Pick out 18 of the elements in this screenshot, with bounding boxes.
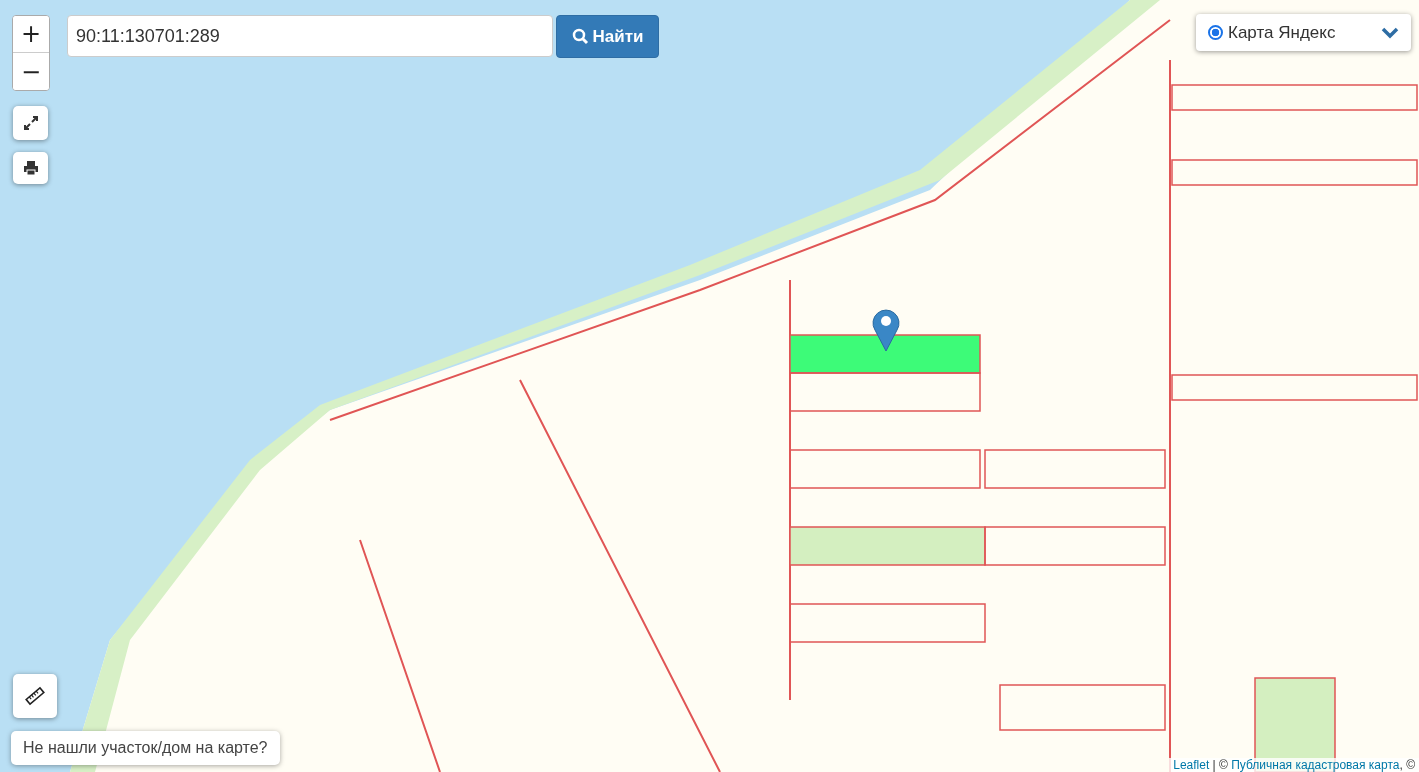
layer-label: Карта Яндекс (1228, 22, 1337, 43)
print-button[interactable] (13, 152, 48, 184)
ruler-button[interactable] (13, 674, 57, 718)
expand-icon (21, 114, 40, 132)
zoom-in-button[interactable]: + (13, 16, 49, 53)
search-button[interactable]: Найти (556, 15, 659, 58)
marker-icon[interactable] (871, 306, 901, 352)
printer-icon (21, 159, 40, 177)
attribution-link[interactable]: Leaflet (1173, 758, 1210, 772)
attribution-text: Leaflet | © Публичная кадастровая карта, © (1169, 758, 1419, 772)
help-button[interactable]: Не нашли участок/дом на карте? (11, 731, 280, 765)
radio-button[interactable] (1208, 25, 1223, 40)
layer-select[interactable]: Карта Яндекс (1196, 14, 1411, 51)
search-field[interactable]: 90:11:130701:289 (67, 15, 553, 57)
ruler-icon (24, 685, 46, 707)
search-icon (571, 28, 589, 45)
fullscreen-button[interactable] (13, 106, 48, 140)
chevron-down-icon (1381, 26, 1399, 39)
